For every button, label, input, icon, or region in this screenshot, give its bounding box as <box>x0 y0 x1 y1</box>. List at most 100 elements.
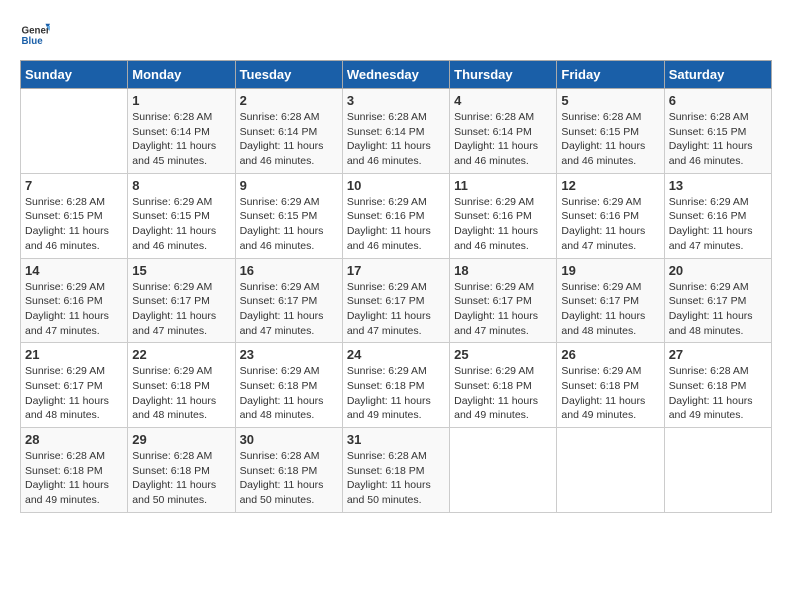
calendar-cell: 28 Sunrise: 6:28 AM Sunset: 6:18 PM Dayli… <box>21 428 128 513</box>
calendar-cell: 9 Sunrise: 6:29 AM Sunset: 6:15 PM Daylig… <box>235 173 342 258</box>
calendar-table: SundayMondayTuesdayWednesdayThursdayFrid… <box>20 60 772 513</box>
day-number: 23 <box>240 347 338 362</box>
day-number: 2 <box>240 93 338 108</box>
day-number: 22 <box>132 347 230 362</box>
day-number: 26 <box>561 347 659 362</box>
calendar-header-thursday: Thursday <box>450 61 557 89</box>
day-info: Sunrise: 6:29 AM Sunset: 6:16 PM Dayligh… <box>347 195 445 254</box>
calendar-header-row: SundayMondayTuesdayWednesdayThursdayFrid… <box>21 61 772 89</box>
day-number: 24 <box>347 347 445 362</box>
logo: General Blue <box>20 20 50 50</box>
calendar-cell: 16 Sunrise: 6:29 AM Sunset: 6:17 PM Dayli… <box>235 258 342 343</box>
day-number: 28 <box>25 432 123 447</box>
day-number: 13 <box>669 178 767 193</box>
calendar-cell: 30 Sunrise: 6:28 AM Sunset: 6:18 PM Dayli… <box>235 428 342 513</box>
calendar-body: 1 Sunrise: 6:28 AM Sunset: 6:14 PM Daylig… <box>21 89 772 513</box>
day-info: Sunrise: 6:28 AM Sunset: 6:14 PM Dayligh… <box>240 110 338 169</box>
day-number: 16 <box>240 263 338 278</box>
calendar-cell: 27 Sunrise: 6:28 AM Sunset: 6:18 PM Dayli… <box>664 343 771 428</box>
calendar-cell <box>664 428 771 513</box>
day-number: 19 <box>561 263 659 278</box>
day-number: 25 <box>454 347 552 362</box>
calendar-cell: 12 Sunrise: 6:29 AM Sunset: 6:16 PM Dayli… <box>557 173 664 258</box>
day-info: Sunrise: 6:29 AM Sunset: 6:17 PM Dayligh… <box>454 280 552 339</box>
calendar-cell: 20 Sunrise: 6:29 AM Sunset: 6:17 PM Dayli… <box>664 258 771 343</box>
day-info: Sunrise: 6:29 AM Sunset: 6:18 PM Dayligh… <box>132 364 230 423</box>
calendar-cell: 31Sunrise: 6:28 AM Sunset: 6:18 PM Dayli… <box>342 428 449 513</box>
day-number: 15 <box>132 263 230 278</box>
day-info: Sunrise: 6:29 AM Sunset: 6:16 PM Dayligh… <box>454 195 552 254</box>
day-info: Sunrise: 6:29 AM Sunset: 6:17 PM Dayligh… <box>240 280 338 339</box>
day-info: Sunrise: 6:28 AM Sunset: 6:18 PM Dayligh… <box>669 364 767 423</box>
day-info: Sunrise: 6:29 AM Sunset: 6:16 PM Dayligh… <box>561 195 659 254</box>
calendar-week-4: 21 Sunrise: 6:29 AM Sunset: 6:17 PM Dayli… <box>21 343 772 428</box>
calendar-cell: 13Sunrise: 6:29 AM Sunset: 6:16 PM Dayli… <box>664 173 771 258</box>
calendar-header-friday: Friday <box>557 61 664 89</box>
svg-text:Blue: Blue <box>22 36 44 47</box>
day-number: 12 <box>561 178 659 193</box>
day-info: Sunrise: 6:29 AM Sunset: 6:17 PM Dayligh… <box>669 280 767 339</box>
calendar-cell <box>21 89 128 174</box>
day-number: 3 <box>347 93 445 108</box>
day-info: Sunrise: 6:28 AM Sunset: 6:15 PM Dayligh… <box>25 195 123 254</box>
calendar-cell: 17Sunrise: 6:29 AM Sunset: 6:17 PM Dayli… <box>342 258 449 343</box>
day-number: 4 <box>454 93 552 108</box>
calendar-cell: 22 Sunrise: 6:29 AM Sunset: 6:18 PM Dayli… <box>128 343 235 428</box>
day-number: 1 <box>132 93 230 108</box>
day-info: Sunrise: 6:29 AM Sunset: 6:18 PM Dayligh… <box>454 364 552 423</box>
calendar-cell: 23 Sunrise: 6:29 AM Sunset: 6:18 PM Dayli… <box>235 343 342 428</box>
calendar-cell: 24 Sunrise: 6:29 AM Sunset: 6:18 PM Dayli… <box>342 343 449 428</box>
day-number: 5 <box>561 93 659 108</box>
calendar-cell: 3 Sunrise: 6:28 AM Sunset: 6:14 PM Daylig… <box>342 89 449 174</box>
day-info: Sunrise: 6:28 AM Sunset: 6:14 PM Dayligh… <box>454 110 552 169</box>
day-info: Sunrise: 6:28 AM Sunset: 6:14 PM Dayligh… <box>347 110 445 169</box>
day-number: 27 <box>669 347 767 362</box>
day-number: 30 <box>240 432 338 447</box>
day-info: Sunrise: 6:28 AM Sunset: 6:18 PM Dayligh… <box>240 449 338 508</box>
calendar-cell: 5 Sunrise: 6:28 AM Sunset: 6:15 PM Daylig… <box>557 89 664 174</box>
calendar-cell: 8Sunrise: 6:29 AM Sunset: 6:15 PM Daylig… <box>128 173 235 258</box>
calendar-cell <box>450 428 557 513</box>
day-info: Sunrise: 6:28 AM Sunset: 6:14 PM Dayligh… <box>132 110 230 169</box>
day-info: Sunrise: 6:28 AM Sunset: 6:18 PM Dayligh… <box>347 449 445 508</box>
day-info: Sunrise: 6:29 AM Sunset: 6:17 PM Dayligh… <box>132 280 230 339</box>
calendar-week-1: 1 Sunrise: 6:28 AM Sunset: 6:14 PM Daylig… <box>21 89 772 174</box>
day-info: Sunrise: 6:29 AM Sunset: 6:18 PM Dayligh… <box>561 364 659 423</box>
day-number: 9 <box>240 178 338 193</box>
day-info: Sunrise: 6:29 AM Sunset: 6:15 PM Dayligh… <box>132 195 230 254</box>
logo-icon: General Blue <box>20 20 50 50</box>
calendar-cell: 6Sunrise: 6:28 AM Sunset: 6:15 PM Daylig… <box>664 89 771 174</box>
calendar-cell: 18Sunrise: 6:29 AM Sunset: 6:17 PM Dayli… <box>450 258 557 343</box>
calendar-week-3: 14 Sunrise: 6:29 AM Sunset: 6:16 PM Dayli… <box>21 258 772 343</box>
day-info: Sunrise: 6:28 AM Sunset: 6:15 PM Dayligh… <box>561 110 659 169</box>
day-number: 7 <box>25 178 123 193</box>
day-info: Sunrise: 6:29 AM Sunset: 6:18 PM Dayligh… <box>240 364 338 423</box>
day-number: 14 <box>25 263 123 278</box>
calendar-week-5: 28 Sunrise: 6:28 AM Sunset: 6:18 PM Dayli… <box>21 428 772 513</box>
calendar-cell: 25 Sunrise: 6:29 AM Sunset: 6:18 PM Dayli… <box>450 343 557 428</box>
day-number: 21 <box>25 347 123 362</box>
day-info: Sunrise: 6:29 AM Sunset: 6:17 PM Dayligh… <box>25 364 123 423</box>
calendar-cell: 10 Sunrise: 6:29 AM Sunset: 6:16 PM Dayli… <box>342 173 449 258</box>
day-number: 20 <box>669 263 767 278</box>
calendar-cell: 26 Sunrise: 6:29 AM Sunset: 6:18 PM Dayli… <box>557 343 664 428</box>
day-info: Sunrise: 6:29 AM Sunset: 6:16 PM Dayligh… <box>25 280 123 339</box>
day-number: 10 <box>347 178 445 193</box>
calendar-header-wednesday: Wednesday <box>342 61 449 89</box>
day-number: 29 <box>132 432 230 447</box>
day-info: Sunrise: 6:29 AM Sunset: 6:18 PM Dayligh… <box>347 364 445 423</box>
calendar-cell: 29 Sunrise: 6:28 AM Sunset: 6:18 PM Dayli… <box>128 428 235 513</box>
calendar-header-sunday: Sunday <box>21 61 128 89</box>
calendar-cell: 11Sunrise: 6:29 AM Sunset: 6:16 PM Dayli… <box>450 173 557 258</box>
day-info: Sunrise: 6:28 AM Sunset: 6:18 PM Dayligh… <box>25 449 123 508</box>
calendar-header-monday: Monday <box>128 61 235 89</box>
calendar-cell: 1 Sunrise: 6:28 AM Sunset: 6:14 PM Daylig… <box>128 89 235 174</box>
day-info: Sunrise: 6:29 AM Sunset: 6:15 PM Dayligh… <box>240 195 338 254</box>
day-number: 17 <box>347 263 445 278</box>
svg-text:General: General <box>22 26 51 37</box>
day-info: Sunrise: 6:28 AM Sunset: 6:18 PM Dayligh… <box>132 449 230 508</box>
day-info: Sunrise: 6:29 AM Sunset: 6:17 PM Dayligh… <box>561 280 659 339</box>
calendar-cell: 19 Sunrise: 6:29 AM Sunset: 6:17 PM Dayli… <box>557 258 664 343</box>
calendar-cell: 4 Sunrise: 6:28 AM Sunset: 6:14 PM Daylig… <box>450 89 557 174</box>
calendar-cell: 2 Sunrise: 6:28 AM Sunset: 6:14 PM Daylig… <box>235 89 342 174</box>
